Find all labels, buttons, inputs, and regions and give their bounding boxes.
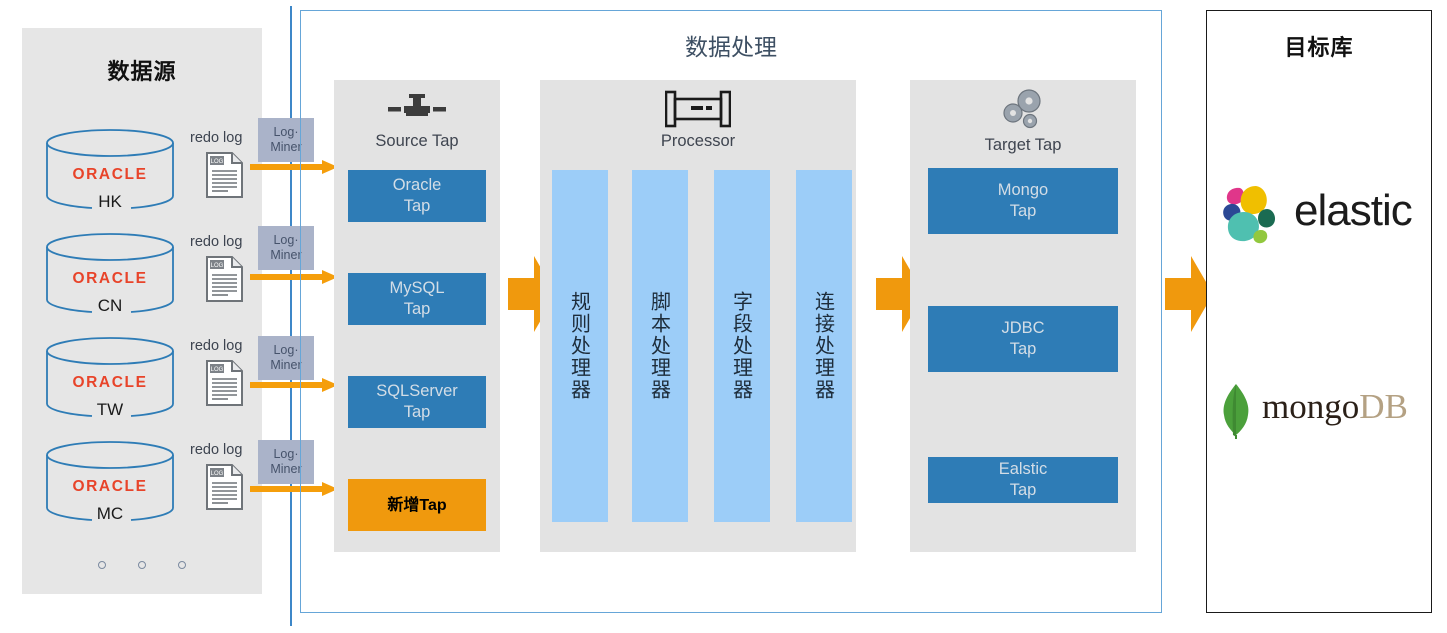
target-database-title: 目标库 (1284, 35, 1354, 60)
tap-label-line2: Tap (403, 197, 431, 215)
dot-icon (178, 561, 187, 569)
dot-icon (138, 561, 146, 569)
log-document-icon: LOG (204, 462, 246, 517)
logminer-label-line1: Log· (273, 233, 299, 247)
mongodb-word-mongo: mongo (1262, 387, 1360, 426)
tap-label-line1: Oracle (392, 176, 442, 194)
data-source-item[interactable]: ORACLE CN redo log LOG (22, 232, 262, 332)
log-document-icon: LOG (204, 150, 246, 205)
tap-label-line1: Mongo (997, 181, 1049, 199)
database-vendor-label: ORACLE (72, 478, 148, 495)
data-source-item[interactable]: ORACLE HK redo log LOG (22, 128, 262, 228)
gears-icon (910, 88, 1136, 137)
target-tap-card: Target Tap Mongo Tap JDBC Tap Ealstic Tap (910, 80, 1136, 552)
svg-text:LOG: LOG (211, 471, 224, 477)
tap-label-line2: Tap (403, 300, 431, 318)
dot-icon (97, 561, 106, 569)
data-source-item[interactable]: ORACLE MC redo log LOG (22, 440, 262, 540)
database-region-label: MC (96, 504, 124, 523)
more-sources-indicator (22, 556, 262, 574)
tap-label-line2: Tap (1009, 340, 1037, 358)
database-vendor-label: ORACLE (72, 166, 148, 183)
logminer-label-line2: Miner (270, 140, 302, 154)
redo-log-label: redo log (190, 442, 243, 458)
tap-label-line2: Tap (1009, 481, 1037, 499)
data-processing-title: 数据处理 (685, 34, 777, 60)
tap-label-line1: SQLServer (376, 382, 458, 400)
diagram-canvas: 数据源 ORACLE HK redo log LOG ORACLE CN redo log L… (0, 0, 1447, 633)
elastic-logo: elastic (1218, 180, 1426, 260)
mongodb-wordmark: mongoDB (1262, 387, 1408, 427)
source-tap-item[interactable]: SQLServer Tap (348, 376, 486, 428)
database-vendor-label: ORACLE (72, 374, 148, 391)
data-source-title: 数据源 (107, 59, 177, 84)
processor-bar-label: 脚本处理器 (647, 291, 672, 401)
mongodb-leaf-icon (1223, 384, 1249, 439)
source-tap-item[interactable]: Oracle Tap (348, 170, 486, 222)
target-tap-item[interactable]: Mongo Tap (928, 168, 1118, 234)
processor-label: Processor (660, 132, 736, 150)
tap-label-line1: MySQL (389, 279, 445, 297)
logminer-label-line1: Log· (273, 125, 299, 139)
logminer-label-line2: Miner (270, 248, 302, 262)
data-source-panel: 数据源 ORACLE HK redo log LOG ORACLE CN redo log L… (22, 28, 262, 594)
target-database-panel (1206, 10, 1432, 613)
tap-label-line1: 新增Tap (387, 496, 447, 514)
database-vendor-label: ORACLE (72, 270, 148, 287)
target-tap-item[interactable]: Ealstic Tap (928, 457, 1118, 503)
processor-bar[interactable]: 字段处理器 (714, 170, 770, 522)
add-tap-button[interactable]: 新增Tap (348, 479, 486, 531)
logminer-label-line2: Miner (270, 462, 302, 476)
svg-text:LOG: LOG (211, 159, 224, 165)
redo-log-label: redo log (190, 338, 243, 354)
svg-text:LOG: LOG (211, 367, 224, 373)
elastic-wordmark: elastic (1294, 186, 1413, 235)
log-document-icon: LOG (204, 254, 246, 309)
target-tap-label: Target Tap (984, 136, 1062, 154)
processor-bar[interactable]: 连接处理器 (796, 170, 852, 522)
tap-label-line1: Ealstic (998, 460, 1048, 478)
log-document-icon: LOG (204, 358, 246, 413)
processor-bar-label: 字段处理器 (729, 291, 754, 401)
svg-text:LOG: LOG (211, 263, 224, 269)
tap-label-line2: Tap (403, 403, 431, 421)
logminer-label-line2: Miner (270, 358, 302, 372)
processor-bar[interactable]: 规则处理器 (552, 170, 608, 522)
processor-bar-label: 规则处理器 (567, 291, 592, 401)
processor-icon (540, 90, 856, 133)
mongodb-word-db: DB (1359, 387, 1408, 426)
processor-bar[interactable]: 脚本处理器 (632, 170, 688, 522)
logminer-label-line1: Log· (273, 447, 299, 461)
logminer-spine-line (290, 6, 292, 626)
database-region-label: CN (97, 296, 123, 315)
mongodb-logo: mongoDB (1218, 383, 1426, 443)
redo-log-label: redo log (190, 130, 243, 146)
data-source-item[interactable]: ORACLE TW redo log LOG (22, 336, 262, 436)
database-region-label: TW (96, 400, 124, 419)
elastic-mark-icon (1223, 186, 1276, 244)
source-tap-card: Source Tap Oracle Tap MySQL Tap SQLServer Tap… (334, 80, 500, 552)
source-tap-item[interactable]: MySQL Tap (348, 273, 486, 325)
tap-label-line1: JDBC (1001, 319, 1045, 337)
processor-bar-label: 连接处理器 (811, 291, 836, 401)
pipe-tap-icon (334, 94, 500, 129)
target-tap-item[interactable]: JDBC Tap (928, 306, 1118, 372)
redo-log-label: redo log (190, 234, 243, 250)
logminer-label-line1: Log· (273, 343, 299, 357)
source-tap-label: Source Tap (375, 132, 459, 150)
tap-label-line2: Tap (1009, 202, 1037, 220)
database-region-label: HK (98, 192, 122, 211)
